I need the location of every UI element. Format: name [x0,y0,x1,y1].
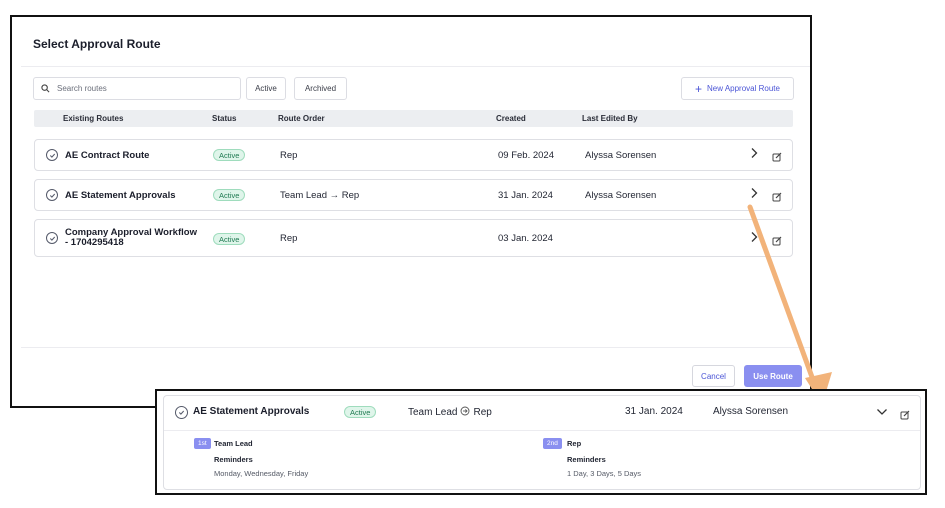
created-date: 31 Jan. 2024 [625,406,683,417]
step-title: Rep [567,439,582,448]
chevron-right-icon[interactable] [750,147,758,162]
created-date: 03 Jan. 2024 [498,233,553,244]
chevron-right-icon[interactable] [750,231,758,246]
plus-icon: + [695,81,703,96]
reminders-label: Reminders [214,455,253,464]
filter-archived-button[interactable]: Archived [294,77,347,100]
filter-active-button[interactable]: Active [246,77,286,100]
new-approval-route-button[interactable]: + New Approval Route [681,77,794,100]
search-input[interactable] [57,84,207,93]
chevron-right-icon[interactable] [750,187,758,202]
route-order-to: Rep [473,407,492,418]
new-approval-route-label: New Approval Route [707,84,780,93]
arrow-right-circle-icon [460,406,470,419]
last-edited-by: Alyssa Sorensen [713,406,789,417]
search-box[interactable] [33,77,241,100]
route-row[interactable]: AE Contract Route Active Rep 09 Feb. 202… [34,139,793,171]
expanded-route-row[interactable]: AE Statement Approvals Active Team Lead … [163,395,921,490]
route-name-line: - 1704295418 [65,237,124,248]
edit-icon[interactable] [900,407,910,425]
check-badge-icon [46,189,58,201]
edit-icon[interactable] [772,233,782,251]
reminders-value: 1 Day, 3 Days, 5 Days [567,469,642,478]
step-order-tag: 1st [194,438,211,449]
search-icon [41,80,57,98]
route-order-from: Team Lead [408,407,458,418]
route-order: Team Lead Rep [408,406,492,419]
reminders-label: Reminders [567,455,606,464]
table-header: Existing Routes Status Route Order Creat… [34,110,793,127]
check-badge-icon [175,406,188,419]
last-edited-by: Alyssa Sorensen [585,150,657,161]
select-approval-route-dialog: Select Approval Route Active Archived + … [10,15,812,408]
created-date: 31 Jan. 2024 [498,190,553,201]
last-edited-by: Alyssa Sorensen [585,190,657,201]
column-header-last-edited-by: Last Edited By [582,114,638,123]
route-name: AE Contract Route [65,150,150,161]
column-header-existing-routes: Existing Routes [63,114,124,123]
column-header-created: Created [496,114,526,123]
cancel-button[interactable]: Cancel [692,365,735,387]
route-row[interactable]: AE Statement Approvals Active Team Lead … [34,179,793,211]
step-order-tag: 2nd [543,438,562,449]
column-header-route-order: Route Order [278,114,325,123]
status-badge: Active [344,406,377,418]
divider [21,347,810,348]
created-date: 09 Feb. 2024 [498,150,554,161]
expanded-route-detail-panel: AE Statement Approvals Active Team Lead … [155,389,927,495]
divider [164,430,920,431]
route-order: Team Lead → Rep [280,190,360,201]
route-row[interactable]: Company Approval Workflow - 1704295418 A… [34,219,793,257]
reminders-value: Monday, Wednesday, Friday [214,469,309,478]
step-title: Team Lead [214,439,253,448]
route-order: Rep [280,233,298,244]
route-name: AE Statement Approvals [65,190,176,201]
edit-icon[interactable] [772,189,782,207]
status-badge: Active [213,189,246,201]
status-badge: Active [213,149,246,161]
dialog-title: Select Approval Route [33,37,161,51]
edit-icon[interactable] [772,149,782,167]
route-name: Company Approval Workflow - 1704295418 [65,228,197,248]
divider [21,66,810,67]
check-badge-icon [46,149,58,161]
chevron-down-icon[interactable] [876,406,888,420]
route-name: AE Statement Approvals [193,406,310,417]
status-badge: Active [213,233,246,245]
use-route-button[interactable]: Use Route [744,365,802,387]
check-badge-icon [46,232,58,244]
column-header-status: Status [212,114,237,123]
route-order: Rep [280,150,298,161]
